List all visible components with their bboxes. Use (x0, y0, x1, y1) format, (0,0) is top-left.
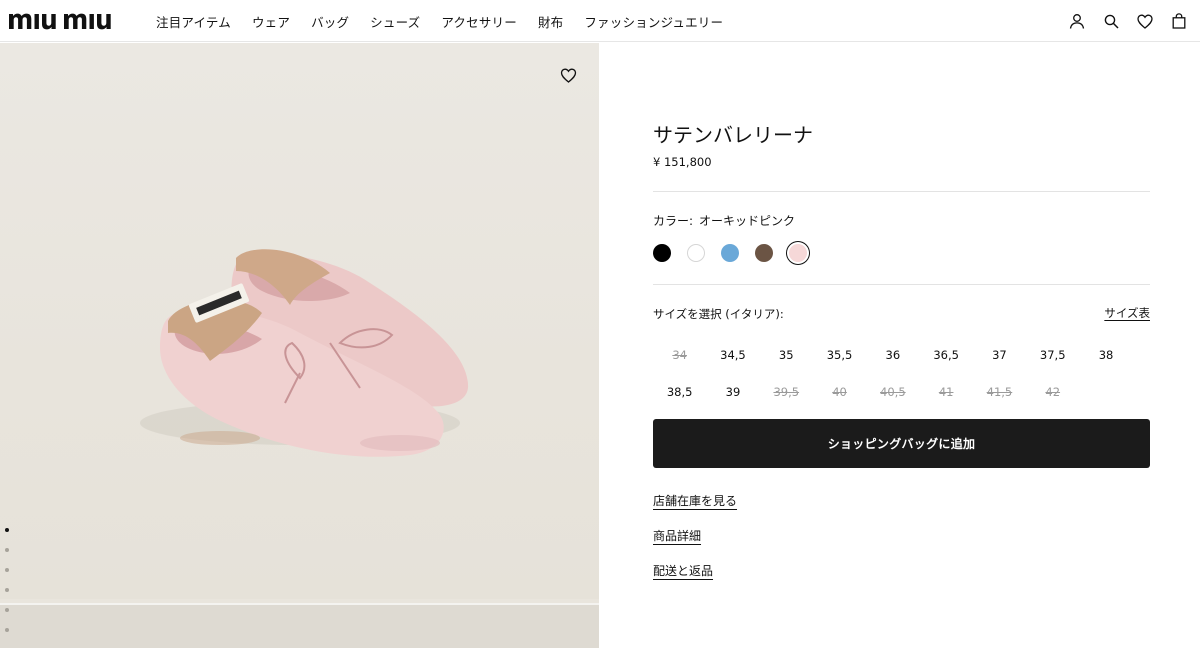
swatch-brown[interactable] (755, 244, 773, 262)
nav-item-bags[interactable]: バッグ (311, 12, 349, 31)
gallery-dot[interactable] (5, 528, 9, 532)
search-icon[interactable] (1102, 12, 1120, 30)
gallery-pagination (5, 528, 9, 648)
size-option: 41,5 (986, 384, 1013, 399)
gallery-dot[interactable] (5, 628, 9, 632)
size-select-label: サイズを選択 (イタリア): (653, 307, 784, 321)
swatch-light-blue[interactable] (721, 244, 739, 262)
product-details-link[interactable]: 商品詳細 (653, 527, 737, 544)
size-option: 39,5 (773, 384, 800, 399)
size-option: 42 (1045, 384, 1061, 399)
size-option: 41 (938, 384, 954, 399)
size-option[interactable]: 36 (866, 336, 919, 373)
swatch-orchid-pink[interactable] (789, 244, 807, 262)
size-option[interactable]: 39 (706, 373, 759, 410)
product-price: ¥ 151,800 (653, 155, 712, 169)
site-header: 注目アイテム ウェア バッグ シューズ アクセサリー 財布 ファッションジュエリ… (0, 0, 1200, 42)
swatch-white[interactable] (687, 244, 705, 262)
size-option[interactable]: 38 (1079, 336, 1132, 373)
next-product-image[interactable] (0, 603, 599, 648)
size-grid: 34 34,5 35 35,5 36 36,5 37 37,5 38 38,5 39 39,5 40 40… (653, 336, 1133, 410)
size-option[interactable]: 35 (760, 336, 813, 373)
gallery-dot[interactable] (5, 588, 9, 592)
ballerina-flats-image (140, 249, 469, 457)
product-title: サテンバレリーナ (653, 123, 813, 147)
size-option: 40,5 (880, 384, 906, 399)
shopping-bag-icon[interactable] (1170, 12, 1188, 30)
color-swatches (653, 244, 823, 262)
size-option: 40 (832, 384, 847, 399)
color-value: オーキッドピンク (699, 214, 796, 228)
product-image[interactable] (0, 43, 599, 599)
shipping-returns-link[interactable]: 配送と返品 (653, 562, 737, 579)
size-option[interactable]: 37 (973, 336, 1026, 373)
gallery-dot[interactable] (5, 568, 9, 572)
store-availability-link[interactable]: 店舗在庫を見る (653, 492, 737, 509)
size-option[interactable]: 38,5 (653, 373, 706, 410)
size-option[interactable]: 35,5 (813, 336, 866, 373)
product-gallery (0, 43, 599, 648)
miu-miu-logo (9, 13, 111, 30)
gallery-dot[interactable] (5, 608, 9, 612)
gallery-dot[interactable] (5, 548, 9, 552)
color-label: カラー: オーキッドピンク (653, 212, 795, 229)
divider (653, 191, 1150, 192)
heart-icon[interactable] (1136, 12, 1154, 30)
header-actions (1052, 0, 1188, 42)
nav-item-featured[interactable]: 注目アイテム (156, 12, 231, 31)
nav-item-wear[interactable]: ウェア (252, 12, 290, 31)
nav-item-shoes[interactable]: シューズ (370, 12, 420, 31)
size-option[interactable]: 36,5 (919, 336, 972, 373)
nav-item-fashion-jewelry[interactable]: ファッションジュエリー (584, 12, 723, 31)
user-icon[interactable] (1068, 12, 1086, 30)
add-to-bag-button[interactable]: ショッピングバッグに追加 (653, 419, 1150, 468)
brand-logo[interactable] (8, 6, 136, 34)
wishlist-heart-icon[interactable] (556, 65, 580, 85)
swatch-black[interactable] (653, 244, 671, 262)
size-chart-link[interactable]: サイズ表 (1104, 305, 1150, 321)
size-option[interactable]: 34,5 (706, 336, 759, 373)
size-option[interactable]: 37,5 (1026, 336, 1079, 373)
nav-item-accessories[interactable]: アクセサリー (441, 12, 517, 31)
product-links: 店舗在庫を見る 商品詳細 配送と返品 (653, 492, 737, 597)
nav-item-wallets[interactable]: 財布 (538, 12, 563, 31)
divider (653, 284, 1150, 285)
color-label-text: カラー: (653, 214, 694, 228)
main-nav: 注目アイテム ウェア バッグ シューズ アクセサリー 財布 ファッションジュエリ… (156, 0, 744, 42)
size-option: 34 (672, 347, 687, 362)
